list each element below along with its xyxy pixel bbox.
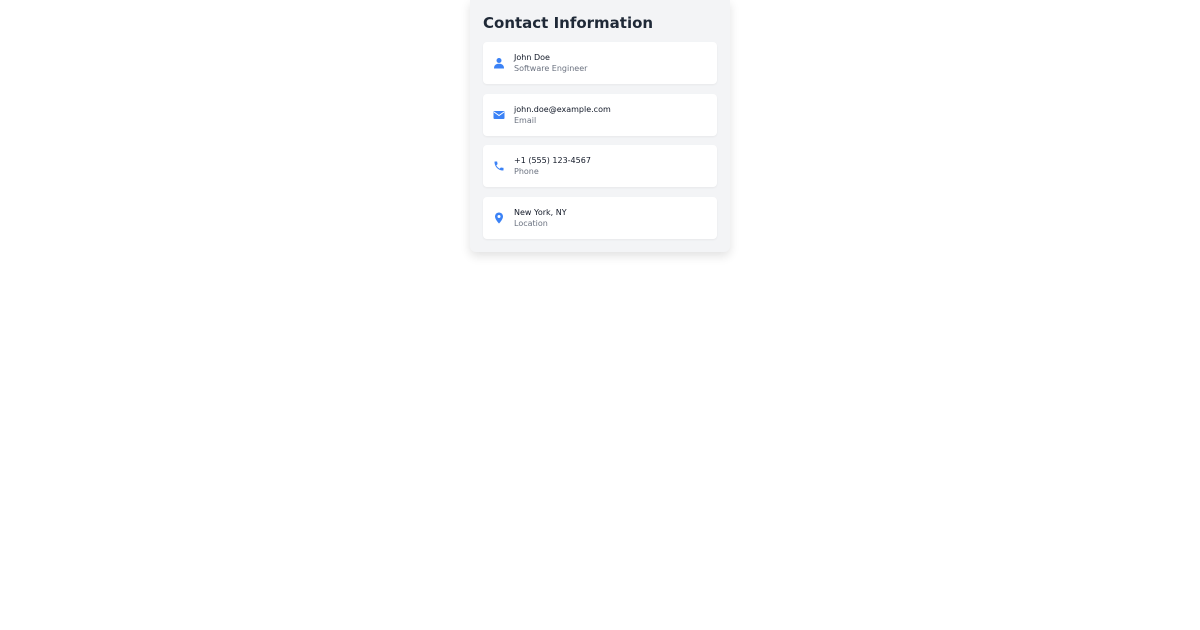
contact-phone-label: Phone [514, 167, 539, 176]
location-pin-icon [492, 211, 506, 225]
phone-icon [492, 159, 506, 173]
contact-item-email[interactable]: john.doe@example.com Email [483, 93, 717, 136]
contact-item-name[interactable]: John Doe Software Engineer [483, 42, 717, 84]
contact-card: Contact Information John Doe Software En… [470, 0, 730, 252]
contact-location-label: Location [514, 218, 548, 228]
envelope-icon [492, 108, 506, 122]
contact-email: john.doe@example.com [514, 104, 611, 114]
contact-email-label: Email [514, 115, 537, 125]
contact-phone: +1 (555) 123-4567 [514, 156, 591, 165]
card-title: Contact Information [483, 14, 654, 32]
user-icon [492, 56, 506, 70]
contact-item-location[interactable]: New York, NY Location [483, 196, 717, 239]
contact-item-phone[interactable]: +1 (555) 123-4567 Phone [483, 145, 717, 187]
contact-name: John Doe [514, 53, 550, 62]
contact-location: New York, NY [514, 207, 567, 217]
contact-job-title: Software Engineer [514, 64, 588, 73]
contact-list: John Doe Software Engineer john.doe@exam… [483, 42, 717, 239]
